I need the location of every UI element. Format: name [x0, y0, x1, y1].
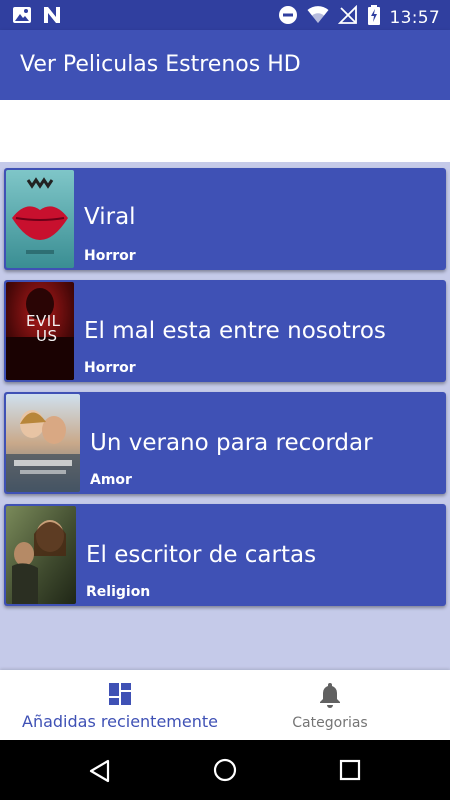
movie-genre: Horror	[84, 360, 136, 376]
evil-us-poster: EVIL US	[6, 282, 74, 380]
app-bar: Ver Peliculas Estrenos HD	[0, 30, 450, 100]
dashboard-icon	[108, 682, 132, 711]
movie-genre: Religion	[86, 584, 151, 600]
letter-writer-poster	[6, 506, 76, 604]
movie-card-un-verano[interactable]: Un verano para recordar Amor	[4, 392, 446, 494]
movie-title: El mal esta entre nosotros	[84, 318, 386, 344]
movie-genre: Amor	[90, 472, 132, 488]
do-not-disturb-icon	[278, 5, 298, 30]
movie-title: Un verano para recordar	[90, 430, 373, 456]
n-app-icon	[42, 6, 62, 29]
status-bar: 13:57	[0, 0, 450, 30]
couple-poster	[6, 394, 80, 492]
movie-title: Viral	[84, 204, 136, 230]
movie-card-viral[interactable]: Viral Horror	[4, 168, 446, 270]
system-navigation-bar	[0, 740, 450, 800]
bottom-navigation: Añadidas recientemente Categorias	[0, 670, 450, 740]
movie-title: El escritor de cartas	[86, 542, 317, 568]
nav-label-recent: Añadidas recientemente	[22, 712, 218, 731]
lips-poster	[6, 170, 74, 268]
movie-list[interactable]: Viral Horror EVIL US El mal esta entre no…	[0, 162, 450, 670]
bell-icon	[318, 682, 342, 713]
nav-item-categories[interactable]: Categorias	[240, 670, 450, 740]
recents-icon[interactable]	[339, 759, 361, 786]
nav-label-categories: Categorias	[292, 715, 368, 731]
wifi-icon	[307, 6, 329, 29]
nav-item-recent[interactable]: Añadidas recientemente	[0, 670, 240, 740]
home-icon[interactable]	[213, 758, 237, 787]
battery-charging-icon	[367, 5, 381, 30]
movie-card-el-escritor[interactable]: El escritor de cartas Religion	[4, 504, 446, 606]
no-signal-icon	[337, 4, 358, 30]
back-icon[interactable]	[88, 759, 112, 788]
movie-card-el-mal[interactable]: EVIL US El mal esta entre nosotros Horror	[4, 280, 446, 382]
banner-area	[0, 100, 450, 162]
status-time: 13:57	[389, 7, 440, 28]
app-title: Ver Peliculas Estrenos HD	[20, 52, 301, 77]
movie-genre: Horror	[84, 248, 136, 264]
image-icon	[12, 6, 32, 29]
poster-text: EVIL US	[26, 312, 61, 345]
